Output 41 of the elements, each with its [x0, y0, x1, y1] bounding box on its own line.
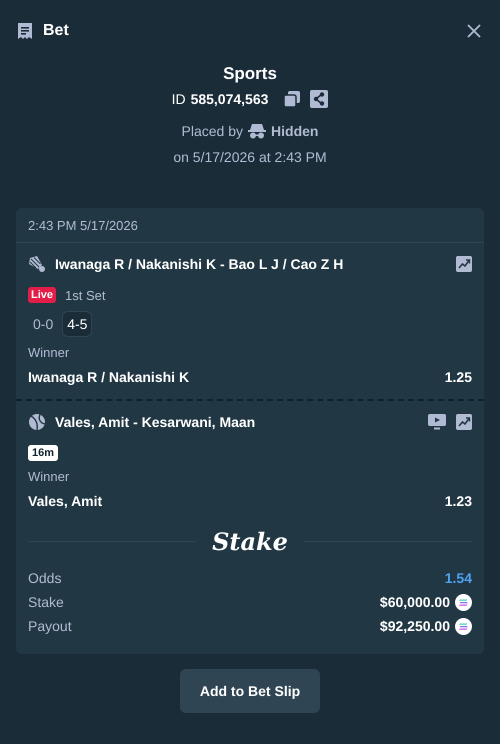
bet-timestamp: 2:43 PM 5/17/2026 [16, 208, 484, 243]
incognito-icon [248, 123, 266, 139]
chart-icon[interactable] [456, 256, 472, 272]
selection-odds: 1.25 [444, 369, 472, 385]
tv-icon[interactable] [428, 414, 446, 430]
market-name: Winner [28, 469, 70, 484]
amount-value: $60,000.00 [380, 594, 450, 610]
summary-label: Payout [28, 618, 72, 634]
placed-date: on 5/17/2026 at 2:43 PM [173, 149, 327, 165]
start-time-badge: 16m [28, 445, 58, 461]
coin-icon [455, 594, 472, 610]
placed-by-label: Placed by [182, 123, 244, 139]
summary-label: Odds [28, 570, 62, 586]
copy-icon[interactable] [283, 90, 302, 108]
selection-name: Iwanaga R / Nakanishi K [28, 369, 190, 385]
add-to-bet-slip-button[interactable]: Add to Bet Slip [180, 669, 320, 713]
placed-by-user: Hidden [271, 123, 318, 139]
event-title[interactable]: Vales, Amit - Kesarwani, Maan [55, 414, 419, 430]
bet-category: Sports [223, 64, 277, 84]
dialog-title: Bet [43, 22, 70, 40]
total-odds: 1.54 [444, 570, 472, 586]
amount-value: $92,250.00 [380, 618, 450, 634]
share-icon[interactable] [310, 90, 328, 108]
selection-name: Vales, Amit [28, 493, 102, 509]
live-badge: Live [28, 287, 56, 303]
score: 4-5 [62, 311, 92, 337]
event-title[interactable]: Iwanaga R / Nakanishi K - Bao L J / Cao Z H [55, 256, 447, 272]
coin-icon [455, 618, 472, 634]
receipt-icon [16, 22, 34, 40]
selection-odds: 1.23 [444, 493, 472, 509]
bet-id: 585,074,563 [190, 91, 268, 107]
tennis-ball-icon [28, 413, 46, 431]
summary-label: Stake [28, 594, 64, 610]
brand-logo: Stake [212, 527, 288, 556]
id-label: ID [172, 91, 186, 107]
close-button[interactable] [466, 23, 482, 39]
chart-icon[interactable] [456, 414, 472, 430]
market-name: Winner [28, 345, 70, 360]
shuttlecock-icon [28, 255, 46, 273]
score: 0-0 [32, 315, 54, 334]
match-period: 1st Set [65, 288, 106, 302]
